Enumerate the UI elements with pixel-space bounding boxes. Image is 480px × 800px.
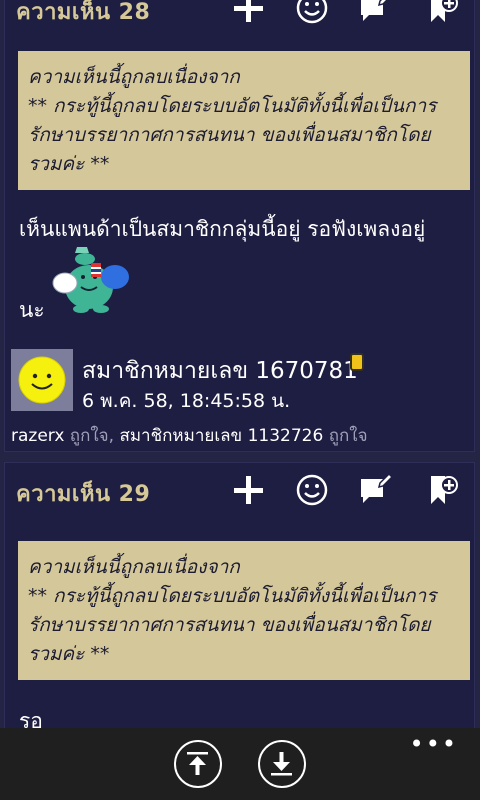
plus-icon[interactable] [231,473,265,507]
comment-header: ความเห็น 28 [5,0,474,33]
likes-line: razerx ถูกใจ, สมาชิกหมายเลข 1132726 ถูกใ… [11,422,368,449]
deleted-notice: ความเห็นนี้ถูกลบเนื่องจาก ** กระทู้นี้ถู… [18,541,470,680]
comment-body-line: นะ [19,298,45,322]
liker-name[interactable]: สมาชิกหมายเลข 1132726 [119,426,323,446]
comment-title: ความเห็น 28 [16,0,151,25]
liker-name[interactable]: razerx [11,426,64,446]
avatar[interactable] [11,349,73,411]
comment-edit-icon[interactable] [358,0,392,25]
comment-card-28: ความเห็น 28 ความเห็นนี้ถูกลบเนื่องจาก **… [4,0,475,452]
smiley-icon[interactable] [295,473,329,507]
app-bar: ••• [0,728,480,800]
bookmark-add-icon[interactable] [425,0,459,25]
scroll-to-bottom-icon[interactable] [258,740,306,788]
deleted-notice-line: รวมค่ะ ** [28,153,110,175]
deleted-notice-line: รักษาบรรยากาศการสนทนา ของเพื่อนสมาชิกโดย [28,124,431,146]
comment-body-line: เห็นแพนด้าเป็นสมาชิกกลุ่มนี้อยู่ รอฟังเพ… [19,217,426,241]
deleted-notice: ความเห็นนี้ถูกลบเนื่องจาก ** กระทู้นี้ถู… [18,51,470,190]
comment-edit-icon[interactable] [358,473,392,507]
timestamp: 6 พ.ค. 58, 18:45:58 น. [82,390,291,412]
like-label: ถูกใจ [323,426,368,446]
plus-icon[interactable] [231,0,265,25]
more-options-icon[interactable]: ••• [410,730,458,758]
comment-header: ความเห็น 29 [5,463,474,515]
smiley-icon[interactable] [295,0,329,25]
username[interactable]: สมาชิกหมายเลข 1670781 [82,353,358,389]
panda-sticker-icon [47,243,137,315]
comment-card-29: ความเห็น 29 ความเห็นนี้ถูกลบเนื่องจาก **… [4,462,475,752]
member-badge-icon [350,353,364,371]
deleted-notice-line: ** กระทู้นี้ถูกลบโดยระบบอัตโนมัติทั้งนี้… [28,585,437,607]
deleted-notice-line: รักษาบรรยากาศการสนทนา ของเพื่อนสมาชิกโดย [28,614,431,636]
deleted-notice-line: ** กระทู้นี้ถูกลบโดยระบบอัตโนมัติทั้งนี้… [28,95,437,117]
like-label: ถูกใจ, [64,426,120,446]
deleted-notice-line: ความเห็นนี้ถูกลบเนื่องจาก [28,66,240,88]
comment-title: ความเห็น 29 [16,482,151,507]
scroll-to-top-icon[interactable] [174,740,222,788]
deleted-notice-line: รวมค่ะ ** [28,643,110,665]
bookmark-add-icon[interactable] [425,473,459,507]
deleted-notice-line: ความเห็นนี้ถูกลบเนื่องจาก [28,556,240,578]
